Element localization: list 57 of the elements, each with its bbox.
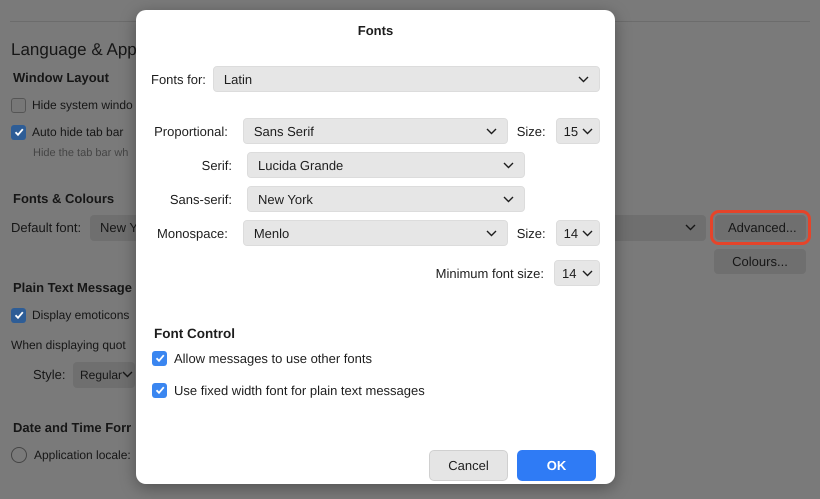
section-heading: Window Layout [13,70,109,87]
field-label: Proportional: [153,124,228,138]
caret-icon [582,270,593,276]
font-dropdown[interactable]: Lucida Grande [247,152,525,178]
radio-label: Application locale: [34,448,131,462]
checkbox-label: Hide system windo [32,98,133,112]
font-dropdown[interactable]: Sans Serif [242,118,508,144]
field-label: Serif: [200,158,232,172]
dialog-title: Fonts [356,23,394,39]
checkbox-label: Allow messages to use other fonts [174,350,372,366]
script-dropdown[interactable]: Latin [212,66,600,92]
checkbox-label: Use fixed width font for plain text messages [174,382,425,398]
section-heading: Font Control [154,326,236,341]
size-dropdown[interactable]: 14 [556,220,600,246]
option-text: When displaying quot [11,338,126,352]
checkbox[interactable] [11,98,26,112]
checkbox[interactable] [152,382,167,398]
field-label: Default font: [11,220,82,235]
colours-button[interactable]: Colours... [714,249,806,274]
checkmark-icon [154,352,166,364]
advanced-button[interactable]: Advanced... [715,215,806,240]
ok-button[interactable]: OK [517,450,596,481]
field-label: Monospace: [156,226,228,240]
caret-icon [486,128,497,134]
size-dropdown[interactable]: 15 [556,118,600,144]
font-dropdown[interactable]: New York [247,186,525,212]
checkbox[interactable] [11,308,26,322]
field-label: Sans-serif: [168,192,232,206]
style-dropdown[interactable]: Regular [73,362,135,388]
font-dropdown[interactable]: Menlo [242,220,508,246]
radio-button[interactable] [11,447,27,463]
caret-icon [582,230,593,236]
checkbox-label: Display emoticons [32,308,130,322]
caret-icon [685,224,696,231]
page-title: Language & App [11,40,137,61]
caret-icon [122,371,133,378]
caret-icon [582,128,593,134]
checkmark-icon [12,309,24,321]
checkmark-icon [12,126,24,138]
checkmark-icon [154,384,166,396]
cancel-button[interactable]: Cancel [429,450,508,481]
caret-icon [486,230,497,236]
field-label: Size: [516,226,546,240]
caret-icon [503,162,514,168]
checkbox-label: Auto hide tab bar [32,125,124,139]
caret-icon [503,196,514,202]
field-label: Size: [516,124,546,138]
checkbox[interactable] [152,350,167,366]
field-label: Minimum font size: [436,266,544,280]
section-heading: Date and Time Forr [13,420,132,437]
section-heading: Plain Text Message [13,280,132,297]
size-dropdown[interactable]: 14 [554,260,600,286]
caret-icon [578,76,589,82]
section-heading: Fonts & Colours [13,191,114,208]
checkbox[interactable] [11,124,26,140]
field-label: Style: [33,367,67,382]
field-label: Fonts for: [151,72,206,86]
